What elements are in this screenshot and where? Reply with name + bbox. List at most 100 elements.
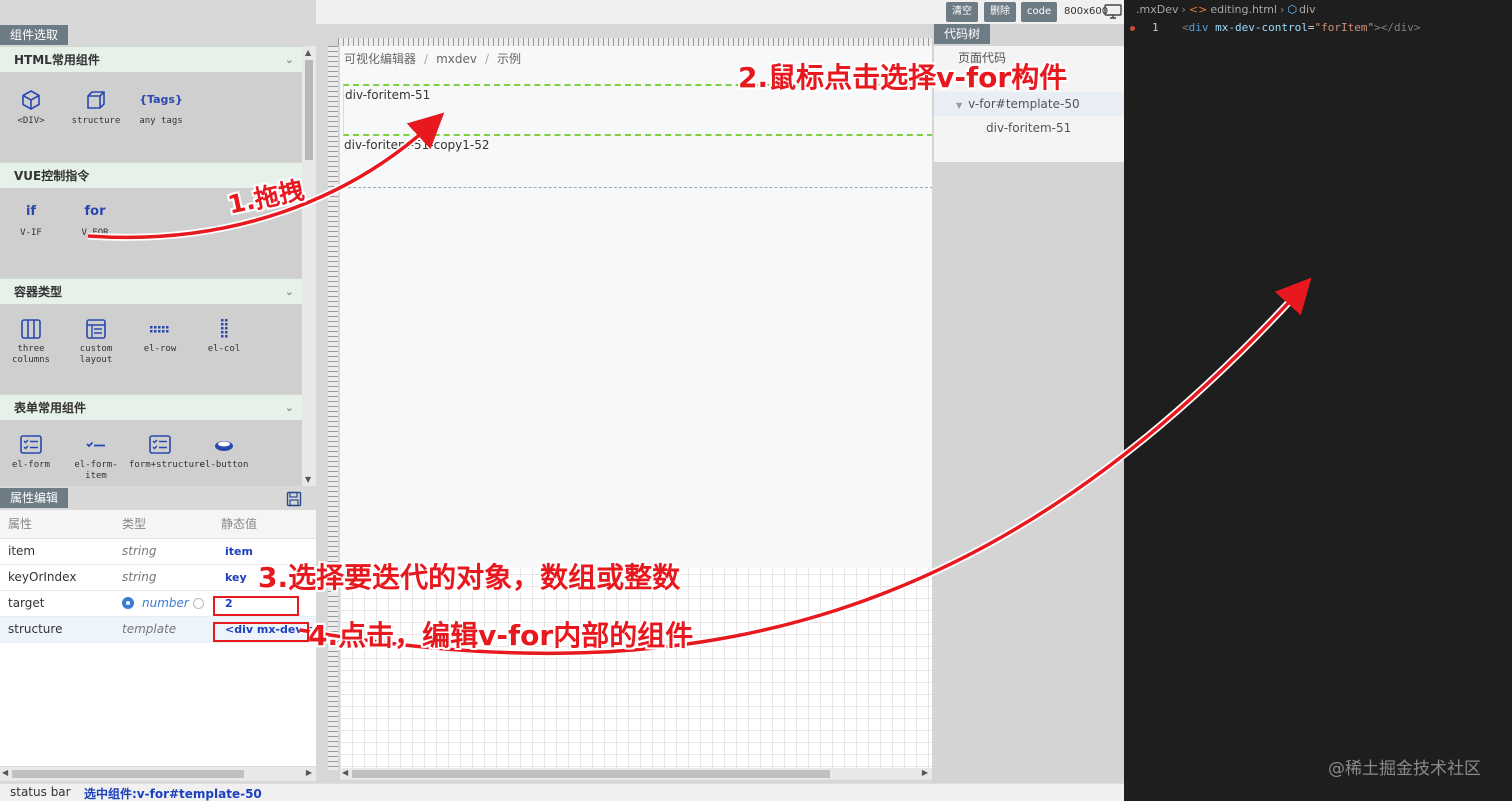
category-container-header[interactable]: 容器类型 ⌄ (0, 278, 302, 304)
tree-node-label: 页面代码 (958, 51, 1007, 65)
code-token: "forItem" (1314, 21, 1375, 34)
scroll-left-icon[interactable]: ◀ (2, 768, 8, 777)
prop-value[interactable]: 2 (213, 590, 316, 617)
code-editor[interactable]: .mxDev › <> editing.html › ⬡ div 1 <div mx-dev… (1124, 0, 1512, 801)
tile-label: el-form (12, 460, 50, 470)
tile-label: el-button (199, 460, 249, 470)
tile-label: any tags (139, 116, 183, 126)
canvas-item-label: div-foritem-51-copy1-52 (344, 138, 490, 152)
category-form-body: el-form el-form-item form+structure el-b… (0, 420, 302, 486)
table-row[interactable]: item string item (0, 538, 316, 565)
column-header: 属性 (0, 510, 114, 539)
radio-selected[interactable] (122, 597, 134, 609)
category-html-header[interactable]: HTML常用组件 ⌄ (0, 46, 302, 72)
tags-icon: {Tags} (139, 93, 183, 106)
property-hscrollbar[interactable]: ◀ ▶ (0, 767, 316, 781)
watermark: @稀土掘金技术社区 (1328, 759, 1481, 779)
component-el-col[interactable]: el-col (193, 318, 255, 355)
clear-button[interactable]: 清空 (946, 2, 978, 22)
breadcrumb-item[interactable]: 可视化编辑器 (344, 52, 416, 66)
tile-label: el-row (143, 344, 177, 354)
category-title: HTML常用组件 (14, 53, 100, 67)
canvas-size-label[interactable]: 800x600 (1064, 2, 1108, 22)
scroll-right-icon[interactable]: ▶ (922, 768, 928, 777)
category-form-header[interactable]: 表单常用组件 ⌄ (0, 394, 302, 420)
caret-down-icon[interactable]: ▼ (956, 101, 962, 110)
table-row[interactable]: target number 2 (0, 590, 316, 617)
breadcrumb-separator: / (484, 52, 490, 66)
breadcrumb-separator: / (424, 52, 429, 66)
tree-node-page[interactable]: 页面代码 (958, 46, 1006, 70)
prop-value[interactable]: key (213, 564, 316, 591)
scroll-right-icon[interactable]: ▶ (306, 768, 312, 777)
canvas-item-selected[interactable]: div-foritem-51 (343, 84, 933, 136)
prop-type-selector[interactable]: number (114, 590, 213, 617)
chevron-right-icon: › (1181, 3, 1186, 16)
code-token: ></div> (1374, 21, 1421, 34)
component-picker-tab[interactable]: 组件选取 (0, 25, 68, 45)
prop-type: number (142, 596, 189, 610)
code-text[interactable]: <div mx-dev-control="forItem"></div> (1182, 20, 1420, 36)
left-panel: 组件选取 HTML常用组件 ⌄ <DIV> structure {Tags} a… (0, 0, 316, 783)
component-custom-layout[interactable]: custom layout (65, 318, 127, 366)
scroll-left-icon[interactable]: ◀ (342, 768, 348, 777)
scroll-up-icon[interactable]: ▲ (305, 48, 311, 57)
scrollbar-thumb[interactable] (352, 770, 830, 778)
breadcrumb-item[interactable]: editing.html (1210, 3, 1277, 16)
monitor-icon[interactable] (1104, 4, 1122, 19)
breadcrumb-item[interactable]: div (1299, 3, 1316, 16)
component-three-columns[interactable]: three columns (0, 318, 62, 366)
category-vue-header[interactable]: VUE控制指令 (0, 162, 302, 188)
col-icon (221, 319, 228, 338)
chevron-down-icon[interactable]: ⌄ (285, 395, 294, 421)
component-el-button[interactable]: el-button (193, 434, 255, 471)
canvas-item[interactable]: div-foritem-51-copy1-52 (343, 136, 933, 188)
component-v-for[interactable]: for V-FOR (64, 200, 126, 239)
save-icon[interactable] (286, 491, 302, 507)
design-canvas[interactable]: 可视化编辑器 / mxdev / 示例 div-foritem-51 div-forit… (340, 46, 933, 768)
tree-node-div[interactable]: div-foritem-51 (986, 116, 1071, 140)
html-file-icon: <> (1188, 3, 1208, 16)
component-el-form-item[interactable]: el-form-item (65, 434, 127, 482)
breadcrumb-item[interactable]: 示例 (497, 52, 521, 66)
horizontal-ruler (338, 38, 932, 46)
tile-label: V-FOR (81, 228, 109, 238)
toolbar: 清空 删除 code 800x600 (940, 2, 1124, 22)
prop-name: item (0, 538, 114, 565)
chevron-down-icon[interactable]: ⌄ (285, 279, 294, 305)
component-structure[interactable]: structure (65, 88, 127, 127)
radio-unselected[interactable] (192, 598, 204, 609)
table-row[interactable]: keyOrIndex string key (0, 564, 316, 591)
scrollbar-thumb[interactable] (305, 60, 313, 160)
chevron-down-icon[interactable]: ⌄ (285, 47, 294, 73)
table-row[interactable]: structure template <div mx-dev-c (0, 616, 316, 643)
tile-label: el-col (207, 344, 241, 354)
component-el-row[interactable]: el-row (129, 318, 191, 355)
breadcrumb-item[interactable]: .mxDev (1136, 3, 1178, 16)
component-v-if[interactable]: if V-IF (0, 200, 62, 239)
prop-value[interactable]: item (213, 538, 316, 565)
component-any-tags[interactable]: {Tags} any tags (130, 88, 192, 127)
tile-label: el-form-item (74, 460, 118, 481)
tree-node-v-for[interactable]: ▼ v-for#template-50 (934, 92, 1124, 116)
if-icon: if (25, 204, 37, 219)
delete-button[interactable]: 删除 (984, 2, 1016, 22)
scrollbar-thumb[interactable] (12, 770, 244, 778)
code-tree-tab[interactable]: 代码树 (934, 24, 990, 44)
canvas-hscrollbar[interactable]: ◀ ▶ (340, 768, 932, 780)
breadcrumb-item[interactable]: mxdev (436, 52, 477, 66)
category-title: 表单常用组件 (14, 401, 87, 415)
component-div[interactable]: <DIV> (0, 88, 62, 127)
code-line[interactable]: 1 <div mx-dev-control="forItem"></div> (1124, 20, 1512, 36)
prop-value[interactable]: <div mx-dev-c (213, 616, 316, 643)
component-el-form[interactable]: el-form (0, 434, 62, 471)
cube-icon (22, 90, 40, 110)
layout-icon (86, 319, 106, 339)
scroll-down-icon[interactable]: ▼ (305, 475, 311, 484)
line-number: 1 (1152, 21, 1159, 34)
breadcrumb: 可视化编辑器 / mxdev / 示例 (344, 50, 521, 67)
code-button[interactable]: code (1021, 2, 1058, 22)
component-form-structure[interactable]: form+structure (129, 434, 205, 471)
property-editor-tab[interactable]: 属性编辑 (0, 488, 68, 508)
palette-scrollbar[interactable]: ▲ ▼ (302, 46, 316, 486)
